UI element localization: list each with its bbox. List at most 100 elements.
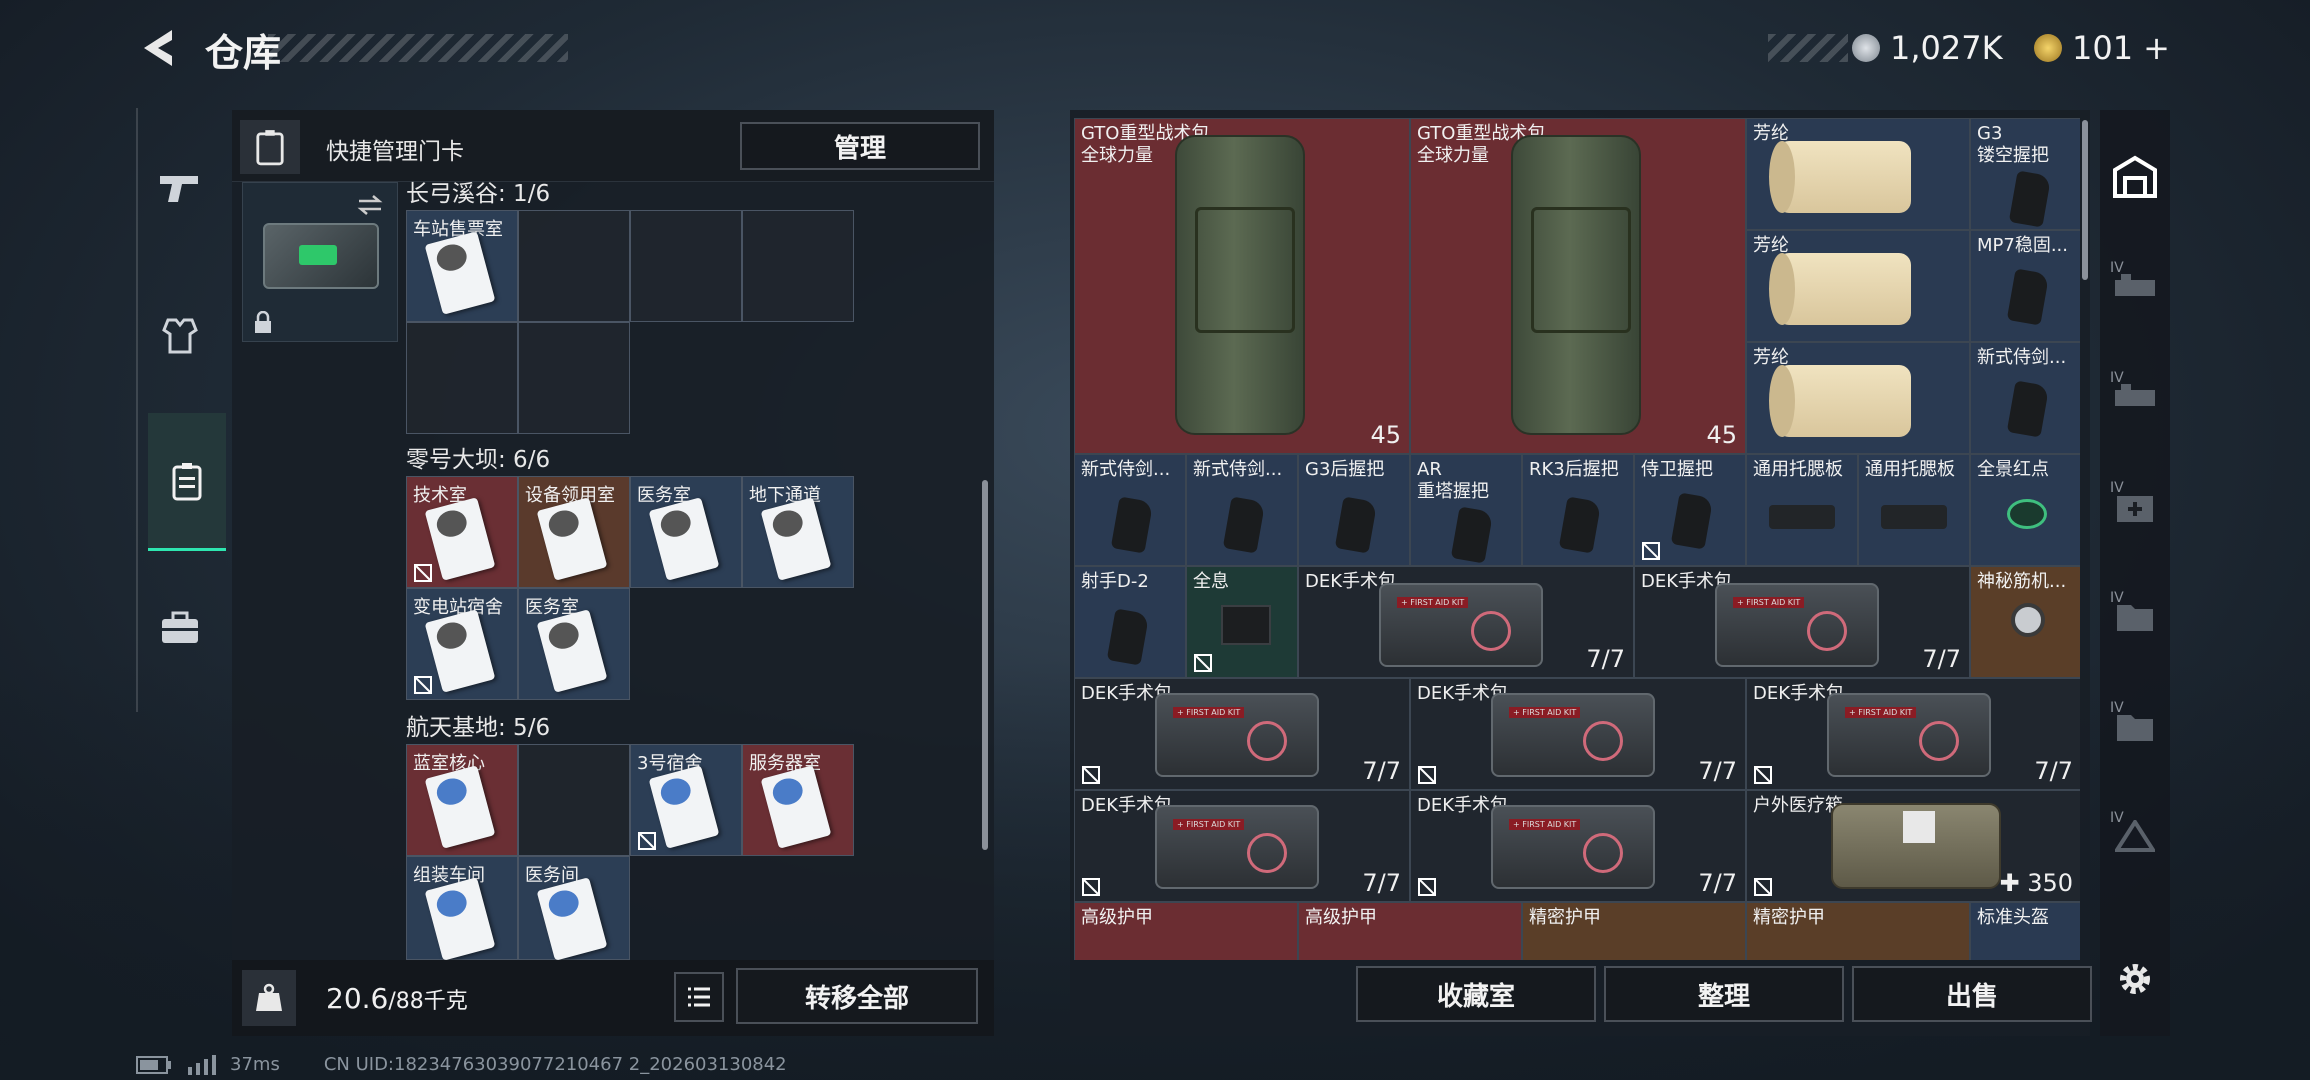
item-cell[interactable]: 精密护甲 [1522, 902, 1746, 960]
stash-tab-1[interactable]: IV [2108, 260, 2162, 314]
keycard-slot[interactable]: 蓝室核心 [406, 744, 518, 856]
keycard-scrollbar[interactable] [982, 480, 988, 850]
item-cell[interactable]: 精密护甲 [1746, 902, 1970, 960]
currency-gold[interactable]: 101 + [2034, 26, 2170, 70]
add-currency-icon[interactable]: + [2143, 29, 2170, 67]
item-cell[interactable]: G3后握把 [1298, 454, 1410, 566]
item-cell[interactable]: RK3后握把 [1522, 454, 1634, 566]
nav-keycards[interactable] [148, 413, 226, 551]
no-trade-icon [1642, 542, 1660, 560]
item-cell[interactable]: 神秘筋机... [1970, 566, 2080, 678]
backpack-image [1175, 135, 1305, 435]
keycard-slot[interactable]: 组装车间 [406, 856, 518, 961]
item-cell[interactable]: 射手D-2 [1074, 566, 1186, 678]
back-arrow-icon[interactable] [138, 26, 180, 70]
swap-icon[interactable] [355, 193, 385, 217]
list-icon [688, 987, 710, 1007]
item-cell[interactable]: 侍卫握把 [1634, 454, 1746, 566]
sell-button[interactable]: 出售 [1852, 966, 2092, 1022]
stash-tab-6[interactable]: IV [2108, 810, 2162, 864]
collection-room-button[interactable]: 收藏室 [1356, 966, 1596, 1022]
triangle-coin-icon [2034, 34, 2062, 62]
no-trade-icon [414, 564, 432, 582]
keycard-image [760, 497, 832, 581]
stash-tab-main[interactable] [2108, 150, 2162, 204]
item-cell[interactable]: DEK手术包7/7 [1074, 790, 1410, 902]
stash-tabs-sidebar: IV IV IV IV IV IV [2100, 110, 2170, 1036]
item-cell[interactable]: G3 镂空握把 [1970, 118, 2080, 230]
item-durability: 7/7 [2034, 757, 2073, 785]
top-bar: 仓库 1,027K 101 + [0, 0, 2310, 100]
item-cell[interactable]: AR 重塔握把 [1410, 454, 1522, 566]
stash-tab-3[interactable]: IV [2108, 480, 2162, 534]
item-cell[interactable]: 通用托腮板 [1746, 454, 1858, 566]
settings-button[interactable] [2108, 952, 2162, 1006]
item-cell[interactable]: 新式侍剑... [1186, 454, 1298, 566]
item-cell[interactable]: 标准头盔 [1970, 902, 2080, 960]
nav-briefcase[interactable] [148, 588, 212, 668]
sort-button[interactable]: 整理 [1604, 966, 1844, 1022]
item-cell[interactable]: DEK手术包7/7 [1410, 678, 1746, 790]
no-trade-icon [1082, 766, 1100, 784]
item-cell[interactable]: 芳纶 [1746, 118, 1970, 230]
item-cell[interactable]: GTO重型战术包 全球力量 45 [1410, 118, 1746, 454]
nav-weapons[interactable] [148, 148, 212, 228]
cheek-rest-image [1769, 505, 1835, 529]
item-cell[interactable]: DEK手术包7/7 [1634, 566, 1970, 678]
no-trade-icon [638, 832, 656, 850]
keycard-slot[interactable]: 车站售票室 [406, 210, 518, 322]
item-cell[interactable]: MP7稳固... [1970, 230, 2080, 342]
item-durability: 7/7 [1362, 869, 1401, 897]
holo-sight-image [1221, 605, 1271, 645]
nav-equipment[interactable] [148, 296, 212, 376]
item-cell[interactable]: 芳纶 [1746, 230, 1970, 342]
stash-tab-4[interactable]: IV [2108, 590, 2162, 644]
surgery-kit-image [1379, 583, 1543, 667]
no-trade-icon [1418, 766, 1436, 784]
no-trade-icon [1082, 878, 1100, 896]
item-cell[interactable]: 高级护甲 [1298, 902, 1522, 960]
keycard-slot[interactable]: 技术室 [406, 476, 518, 588]
keycard-slot[interactable]: 地下通道 [742, 476, 854, 588]
keycard-slot[interactable]: 变电站宿舍 [406, 588, 518, 700]
item-name: 精密护甲 [1753, 907, 1825, 928]
item-name: 高级护甲 [1305, 907, 1377, 928]
list-view-button[interactable] [674, 972, 724, 1022]
item-cell[interactable]: DEK手术包7/7 [1074, 678, 1410, 790]
item-cell[interactable]: 新式侍剑... [1074, 454, 1186, 566]
keycard-panel: 快捷管理门卡 管理 长弓溪谷: 1/6 车站售票室 零号大坝: 6/6 技术室 … [232, 110, 994, 1036]
keycard-slot[interactable]: 医务室 [630, 476, 742, 588]
item-cell[interactable]: 芳纶 [1746, 342, 1970, 454]
keycard-slot[interactable]: 医务间 [518, 856, 630, 961]
item-cell[interactable]: GTO重型战术包 全球力量 45 [1074, 118, 1410, 454]
stash-scrollbar[interactable] [2082, 120, 2088, 280]
surgery-kit-image [1715, 583, 1879, 667]
keycard-image [424, 231, 496, 315]
transfer-all-button[interactable]: 转移全部 [736, 968, 978, 1024]
item-cell[interactable]: DEK手术包7/7 [1746, 678, 2080, 790]
item-cell[interactable]: 户外医疗箱 ✚ 350 [1746, 790, 2080, 902]
item-name: RK3后握把 [1529, 459, 1619, 480]
grip-image [2006, 380, 2050, 438]
no-trade-icon [1194, 654, 1212, 672]
empty-slot [518, 210, 630, 322]
item-cell[interactable]: 高级护甲 [1074, 902, 1298, 960]
keycard-holder-slot[interactable] [242, 182, 398, 342]
item-subname: 重塔握把 [1417, 481, 1489, 502]
item-cell[interactable]: DEK手术包7/7 [1298, 566, 1634, 678]
ping-value: 37ms [230, 1054, 280, 1075]
keycard-slot[interactable]: 3号宿舍 [630, 744, 742, 856]
stash-tab-5[interactable]: IV [2108, 700, 2162, 754]
section-title-valley: 长弓溪谷: 1/6 [406, 181, 551, 207]
item-cell[interactable]: DEK手术包7/7 [1410, 790, 1746, 902]
item-cell[interactable]: 全景红点 [1970, 454, 2080, 566]
item-cell[interactable]: 全息 [1186, 566, 1298, 678]
stash-tab-2[interactable]: IV [2108, 370, 2162, 424]
keycard-slot[interactable]: 设备领用室 [518, 476, 630, 588]
empty-slot [518, 322, 630, 434]
manage-button[interactable]: 管理 [740, 122, 980, 170]
keycard-slot[interactable]: 医务室 [518, 588, 630, 700]
item-cell[interactable]: 新式侍剑... [1970, 342, 2080, 454]
keycard-slot[interactable]: 服务器室 [742, 744, 854, 856]
item-cell[interactable]: 通用托腮板 [1858, 454, 1970, 566]
